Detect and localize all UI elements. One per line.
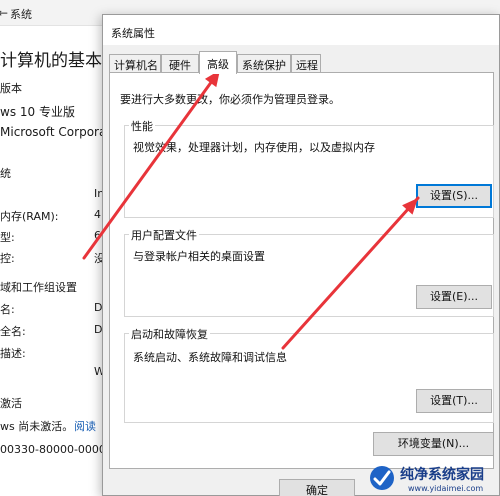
performance-group: 性能 视觉效果，处理器计划，内存使用，以及虚拟内存 设置(S)... — [124, 118, 494, 218]
tab-advanced[interactable]: 高级 — [199, 51, 237, 74]
startup-recovery-settings-button[interactable]: 设置(T)... — [416, 389, 492, 413]
info-label: 描述: — [0, 347, 26, 360]
startup-recovery-group-title: 启动和故障恢复 — [129, 326, 210, 342]
watermark-name: 纯净系统家园 — [400, 467, 484, 483]
activation-status: ws 尚未激活。 — [0, 420, 74, 433]
info-label: 名: — [0, 303, 15, 316]
info-label: 统 — [0, 167, 11, 180]
user-profiles-description: 与登录帐户相关的桌面设置 — [133, 250, 265, 263]
dialog-titlebar: 系统属性 — [103, 15, 499, 45]
system-properties-dialog: 系统属性 计算机名 硬件 高级 系统保护 远程 要进行大多数更改，你必须作为管理… — [102, 14, 500, 496]
read-link[interactable]: 阅读 — [74, 418, 96, 434]
info-label: 激活 — [0, 397, 22, 410]
info-value: 6 — [94, 229, 101, 242]
performance-group-title: 性能 — [129, 118, 155, 134]
user-profiles-group: 用户配置文件 与登录帐户相关的桌面设置 设置(E)... — [124, 227, 494, 317]
info-label: 内存(RAM): — [0, 210, 59, 223]
info-label: 域和工作组设置 — [0, 281, 77, 294]
info-label: 控: — [0, 252, 15, 265]
environment-variables-button[interactable]: 环境变量(N)... — [373, 432, 494, 456]
admin-note: 要进行大多数更改，你必须作为管理员登录。 — [120, 93, 340, 106]
performance-description: 视觉效果，处理器计划，内存使用，以及虚拟内存 — [133, 141, 375, 154]
startup-recovery-group: 启动和故障恢复 系统启动、系统故障和调试信息 设置(T)... — [124, 326, 494, 423]
system-window-title: 系统 — [10, 8, 32, 21]
site-watermark: 纯净系统家园 www.yidaimei.com — [368, 462, 500, 496]
tab-system-protection[interactable]: 系统保护 — [237, 54, 291, 73]
advanced-tab-panel: 要进行大多数更改，你必须作为管理员登录。 性能 视觉效果，处理器计划，内存使用，… — [109, 72, 494, 469]
info-label: ws 10 专业版 — [0, 105, 75, 119]
tab-hardware[interactable]: 硬件 — [161, 54, 199, 73]
info-label: 版本 — [0, 82, 22, 95]
watermark-logo-icon — [370, 466, 394, 490]
tab-computer-name[interactable]: 计算机名 — [109, 54, 161, 73]
dialog-title: 系统属性 — [111, 27, 155, 40]
ok-button[interactable]: 确定 — [279, 479, 355, 496]
user-profiles-group-title: 用户配置文件 — [129, 227, 199, 243]
product-id: 00330-80000-00000 — [0, 443, 113, 456]
info-label: 全名: — [0, 325, 26, 338]
info-label: Microsoft Corporat — [0, 125, 112, 139]
watermark-url: www.yidaimei.com — [408, 484, 484, 493]
info-label: 型: — [0, 231, 15, 244]
user-profiles-settings-button[interactable]: 设置(E)... — [416, 285, 492, 309]
performance-settings-button[interactable]: 设置(S)... — [416, 184, 492, 208]
back-arrow-icon[interactable]: ← — [0, 6, 8, 20]
startup-recovery-description: 系统启动、系统故障和调试信息 — [133, 351, 287, 364]
tab-remote[interactable]: 远程 — [291, 54, 321, 73]
